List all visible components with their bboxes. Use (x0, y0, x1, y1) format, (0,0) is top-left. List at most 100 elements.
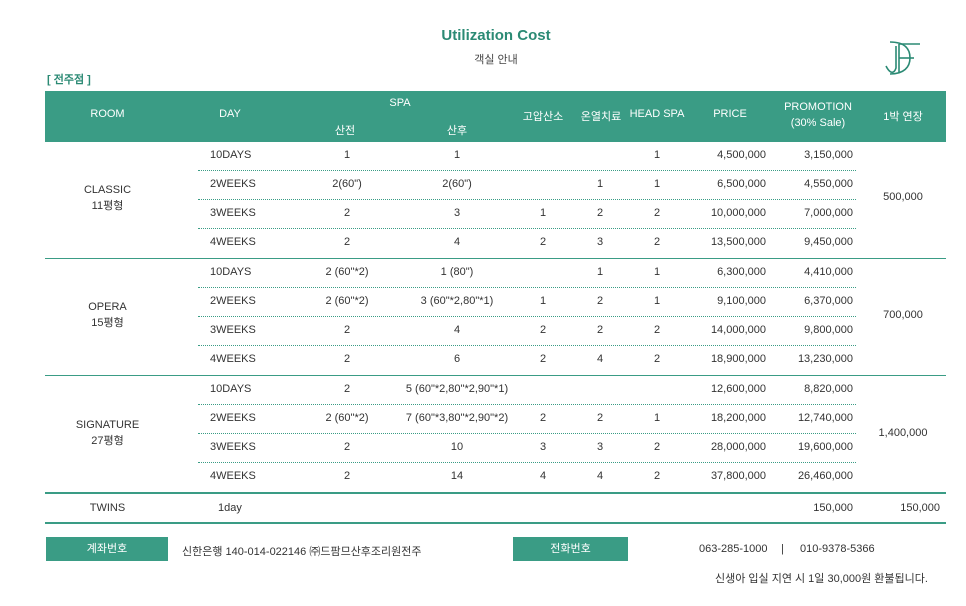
header-promotion: PROMOTION (784, 101, 852, 113)
cell-day: 2WEEKS (210, 178, 256, 190)
header-promotion-sale: (30% Sale) (790, 117, 846, 129)
cell-spa-after: 10 (450, 441, 464, 453)
table-row: 3WEEKS 2 10 3 3 2 28,000,000 19,600,000 (45, 433, 946, 462)
cell-spa-before: 2 (343, 324, 351, 336)
extension-price: 150,000 (900, 502, 940, 514)
header-headspa: HEAD SPA (629, 108, 685, 120)
cell-thermal: 2 (596, 324, 604, 336)
cell-promotion: 13,230,000 (797, 353, 853, 365)
cell-thermal: 3 (596, 236, 604, 248)
cell-day: 1day (218, 502, 242, 514)
cell-spa-after: 4 (453, 324, 461, 336)
cell-promotion: 4,550,000 (804, 178, 853, 190)
table-row: 4WEEKS 2 14 4 4 2 37,800,000 26,460,000 (45, 462, 946, 491)
branch-label: [ 전주점 ] (47, 74, 91, 86)
cell-promotion: 3,150,000 (804, 149, 853, 161)
table-bottom-border (45, 522, 946, 524)
table-row: 3WEEKS 2 3 1 2 2 10,000,000 7,000,000 (45, 199, 946, 228)
cell-headspa (634, 375, 680, 404)
table-row: 10DAYS 2 (60"*2) 1 (80") 1 1 6,300,000 4… (45, 258, 946, 287)
cell-spa-before: 2 (343, 353, 351, 365)
cell-price: 6,300,000 (717, 266, 766, 278)
cell-spa-before: 2 (343, 470, 351, 482)
cell-headspa: 1 (653, 295, 661, 307)
table-row: 2WEEKS 2 (60"*2) 3 (60"*2,80"*1) 1 2 1 9… (45, 287, 946, 316)
header-thermal: 온열치료 (580, 111, 622, 123)
table-row: 10DAYS 2 5 (60"*2,80"*2,90"*1) 12,600,00… (45, 375, 946, 404)
cell-spa-before: 2 (60"*2) (325, 266, 369, 278)
cell-spa-after: 3 (453, 207, 461, 219)
cell-spa-after: 6 (453, 353, 461, 365)
cell-spa-after: 14 (450, 470, 464, 482)
page-subtitle: 객실 안내 (474, 54, 518, 66)
cell-thermal: 4 (596, 353, 604, 365)
cell-headspa: 1 (653, 412, 661, 424)
cell-oxygen: 3 (539, 441, 547, 453)
cell-day: 2WEEKS (210, 412, 256, 424)
cell-headspa: 2 (653, 441, 661, 453)
table-header: ROOM DAY SPA 산전 산후 고압산소 온열치료 HEAD SPA PR… (45, 91, 946, 142)
cell-spa-before: 2 (343, 236, 351, 248)
cell-oxygen: 2 (539, 353, 547, 365)
cell-thermal: 2 (596, 207, 604, 219)
cell-spa-before: 2(60") (332, 178, 362, 190)
cell-day: 3WEEKS (210, 441, 256, 453)
phone-label-bar: 전화번호 (513, 537, 628, 561)
cell-promotion: 8,820,000 (804, 383, 853, 395)
cell-day: 3WEEKS (210, 207, 256, 219)
cell-oxygen (520, 141, 566, 170)
cell-headspa: 2 (653, 353, 661, 365)
header-spa-after: 산후 (446, 125, 468, 137)
cell-thermal: 2 (596, 295, 604, 307)
cell-day: 4WEEKS (210, 353, 256, 365)
cell-thermal: 4 (596, 470, 604, 482)
cell-day: 4WEEKS (210, 470, 256, 482)
cell-spa-before: 2 (343, 207, 351, 219)
cell-promotion: 26,460,000 (797, 470, 853, 482)
cell-price: 18,200,000 (710, 412, 766, 424)
table-row-twins: TWINS 1day 150,000 150,000 (45, 494, 946, 523)
cell-price: 12,600,000 (710, 383, 766, 395)
table-row: 4WEEKS 2 6 2 4 2 18,900,000 13,230,000 (45, 345, 946, 374)
cell-spa-before: 2 (60"*2) (325, 295, 369, 307)
df-monogram-logo-icon (885, 41, 920, 75)
cell-spa-before: 2 (343, 383, 351, 395)
header-price: PRICE (713, 108, 747, 120)
cell-oxygen: 1 (539, 207, 547, 219)
header-spa-before: 산전 (334, 125, 356, 137)
cell-headspa: 2 (653, 324, 661, 336)
cell-thermal: 2 (596, 412, 604, 424)
cell-spa-after: 1 (80") (440, 266, 474, 278)
cell-oxygen: 2 (539, 236, 547, 248)
cell-thermal: 1 (596, 266, 604, 278)
phone-1: 063-285-1000 (699, 543, 768, 555)
cell-price: 9,100,000 (717, 295, 766, 307)
cell-spa-after: 1 (453, 149, 461, 161)
cell-thermal: 1 (596, 178, 604, 190)
cell-price: 18,900,000 (710, 353, 766, 365)
cell-day: 3WEEKS (210, 324, 256, 336)
header-spa: SPA (389, 97, 411, 109)
cell-headspa: 1 (653, 266, 661, 278)
cell-headspa: 1 (653, 178, 661, 190)
header-extension: 1박 연장 (883, 111, 923, 123)
cell-headspa: 1 (653, 149, 661, 161)
cell-promotion: 12,740,000 (797, 412, 853, 424)
cell-thermal (577, 375, 623, 404)
phone-separator: | (781, 543, 784, 555)
cell-oxygen: 4 (539, 470, 547, 482)
cell-price: 13,500,000 (710, 236, 766, 248)
room-name: TWINS (89, 502, 126, 514)
header-oxygen: 고압산소 (522, 111, 564, 123)
cell-promotion: 150,000 (813, 502, 853, 514)
cell-promotion: 4,410,000 (804, 266, 853, 278)
cell-price: 10,000,000 (710, 207, 766, 219)
cell-oxygen: 1 (539, 295, 547, 307)
cell-spa-before: 2 (60"*2) (325, 412, 369, 424)
cell-thermal: 3 (596, 441, 604, 453)
cell-oxygen (520, 258, 566, 287)
cell-day: 4WEEKS (210, 236, 256, 248)
header-day: DAY (219, 108, 241, 120)
cell-spa-after: 3 (60"*2,80"*1) (420, 295, 494, 307)
cell-oxygen: 2 (539, 324, 547, 336)
